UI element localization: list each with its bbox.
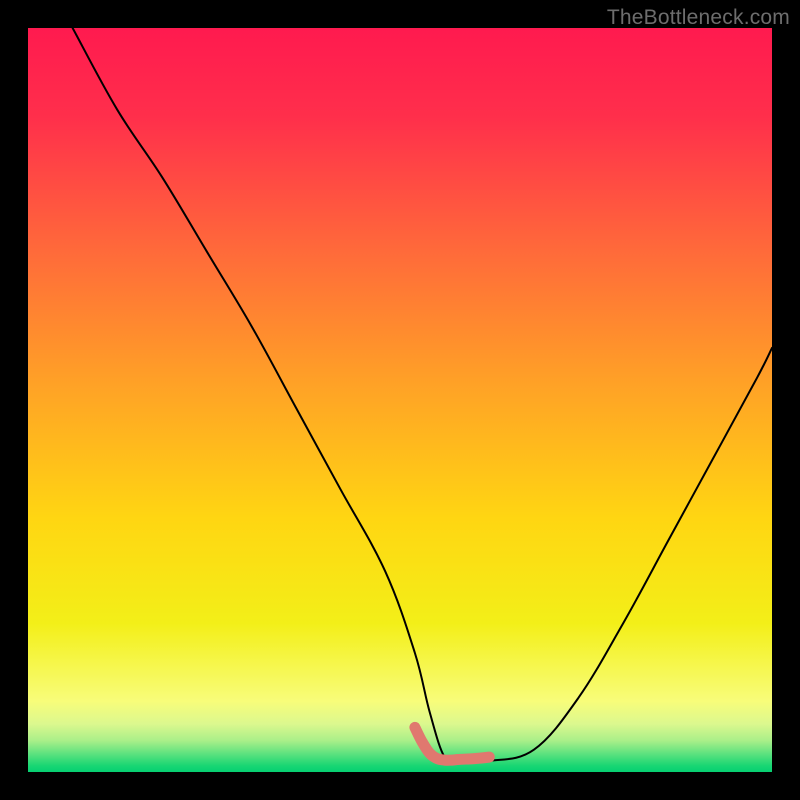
gradient-background bbox=[28, 28, 772, 772]
chart-frame: TheBottleneck.com bbox=[0, 0, 800, 800]
watermark-text: TheBottleneck.com bbox=[607, 6, 790, 30]
chart-svg bbox=[28, 28, 772, 772]
plot-area bbox=[28, 28, 772, 772]
